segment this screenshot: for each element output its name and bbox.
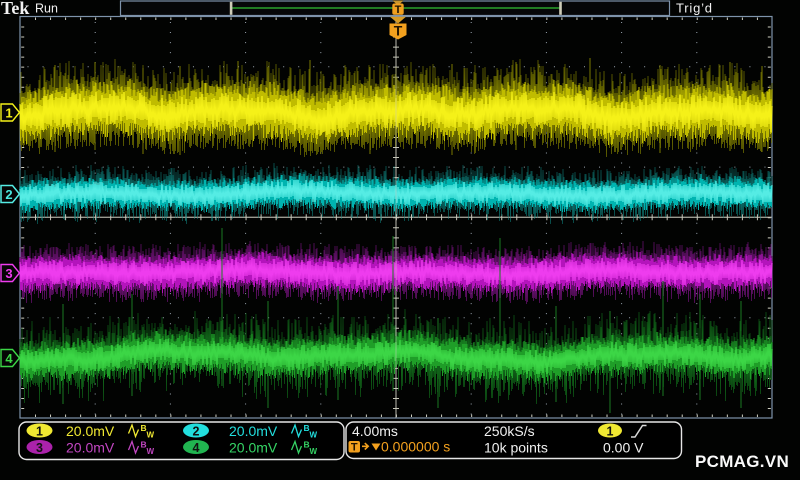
svg-text:3: 3 [5, 266, 12, 281]
svg-text:T: T [395, 4, 402, 16]
svg-text:T: T [394, 23, 403, 39]
svg-text:W: W [147, 431, 155, 440]
svg-text:Trig’d: Trig’d [676, 1, 713, 16]
svg-text:10k points: 10k points [484, 440, 548, 456]
svg-text:4: 4 [193, 441, 200, 455]
svg-text:4.00ms: 4.00ms [352, 423, 398, 439]
svg-text:Run: Run [35, 2, 58, 16]
svg-text:W: W [147, 447, 155, 456]
svg-text:2: 2 [5, 187, 12, 202]
svg-text:20.0mV: 20.0mV [229, 439, 278, 455]
svg-text:250kS/s: 250kS/s [484, 423, 535, 439]
svg-text:1: 1 [36, 424, 43, 438]
svg-text:1: 1 [607, 424, 614, 438]
svg-text:20.0mV: 20.0mV [66, 423, 115, 439]
svg-text:W: W [310, 447, 318, 456]
svg-text:PCMAG.VN: PCMAG.VN [695, 452, 789, 471]
svg-text:W: W [310, 431, 318, 440]
svg-text:20.0mV: 20.0mV [66, 439, 115, 455]
svg-text:0.00 V: 0.00 V [603, 440, 644, 456]
svg-text:1: 1 [5, 105, 12, 120]
svg-text:2: 2 [193, 424, 200, 438]
svg-text:Tek: Tek [1, 0, 29, 18]
svg-text:4: 4 [5, 351, 13, 366]
svg-text:20.0mV: 20.0mV [229, 423, 278, 439]
svg-text:T: T [351, 442, 358, 454]
svg-text:3: 3 [36, 441, 43, 455]
svg-text:0.000000 s: 0.000000 s [381, 439, 450, 455]
